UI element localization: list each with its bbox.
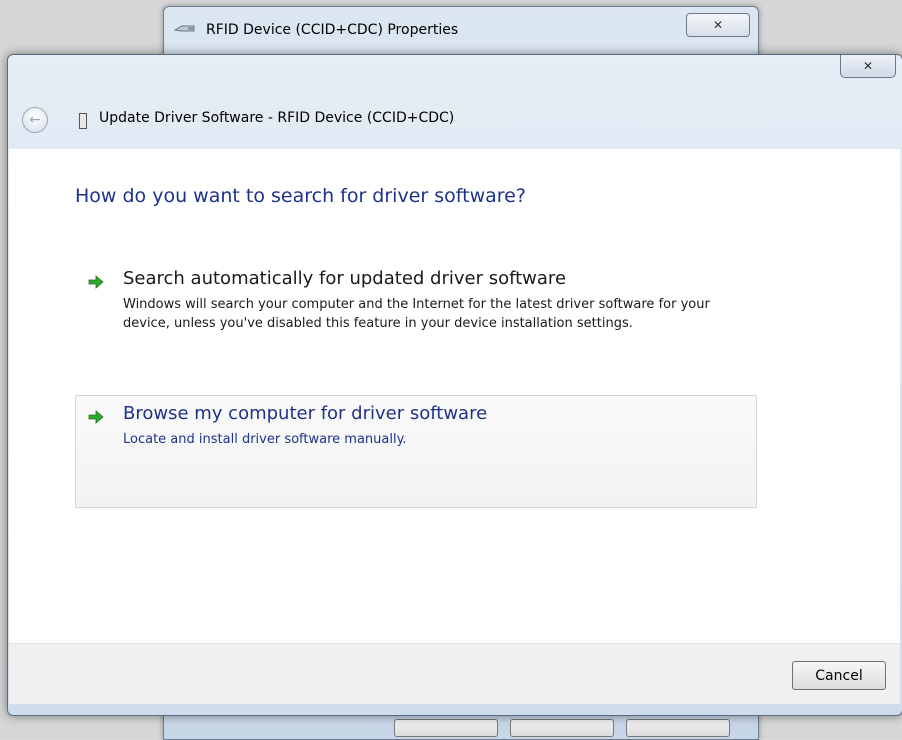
- close-icon: ✕: [712, 18, 724, 32]
- green-arrow-icon: [88, 275, 104, 289]
- back-arrow-icon: ←: [29, 112, 41, 128]
- device-icon: [79, 113, 87, 129]
- option-title: Search automatically for updated driver …: [123, 268, 567, 289]
- properties-button[interactable]: [510, 719, 614, 737]
- close-icon: ✕: [862, 59, 874, 73]
- properties-button-row: [394, 719, 744, 739]
- dialog-content: How do you want to search for driver sof…: [9, 149, 900, 643]
- dialog-nav-bar: ← Update Driver Software - RFID Device (…: [8, 101, 902, 139]
- dialog-footer: Cancel: [9, 643, 900, 704]
- properties-window-title: RFID Device (CCID+CDC) Properties: [206, 22, 459, 38]
- usb-device-icon: [174, 25, 195, 32]
- option-description: Windows will search your computer and th…: [123, 297, 710, 331]
- update-driver-dialog: ✕ ← Update Driver Software - RFID Device…: [7, 54, 902, 716]
- dialog-close-button[interactable]: ✕: [840, 55, 896, 78]
- desktop: RFID Device (CCID+CDC) Properties ✕ ✕ ← …: [0, 0, 902, 740]
- page-heading: How do you want to search for driver sof…: [75, 185, 526, 207]
- properties-close-button[interactable]: ✕: [686, 13, 750, 37]
- search-automatically-option[interactable]: Search automatically for updated driver …: [75, 260, 757, 362]
- cancel-button[interactable]: Cancel: [792, 661, 886, 690]
- green-arrow-icon: [88, 410, 104, 424]
- dialog-title: Update Driver Software - RFID Device (CC…: [99, 110, 455, 126]
- back-button[interactable]: ←: [22, 107, 48, 133]
- option-title: Browse my computer for driver software: [123, 403, 488, 424]
- properties-titlebar: RFID Device (CCID+CDC) Properties ✕: [164, 7, 758, 47]
- properties-button[interactable]: [394, 719, 498, 737]
- browse-computer-option[interactable]: Browse my computer for driver software L…: [75, 395, 757, 508]
- properties-button[interactable]: [626, 719, 730, 737]
- option-description: Locate and install driver software manua…: [123, 432, 407, 447]
